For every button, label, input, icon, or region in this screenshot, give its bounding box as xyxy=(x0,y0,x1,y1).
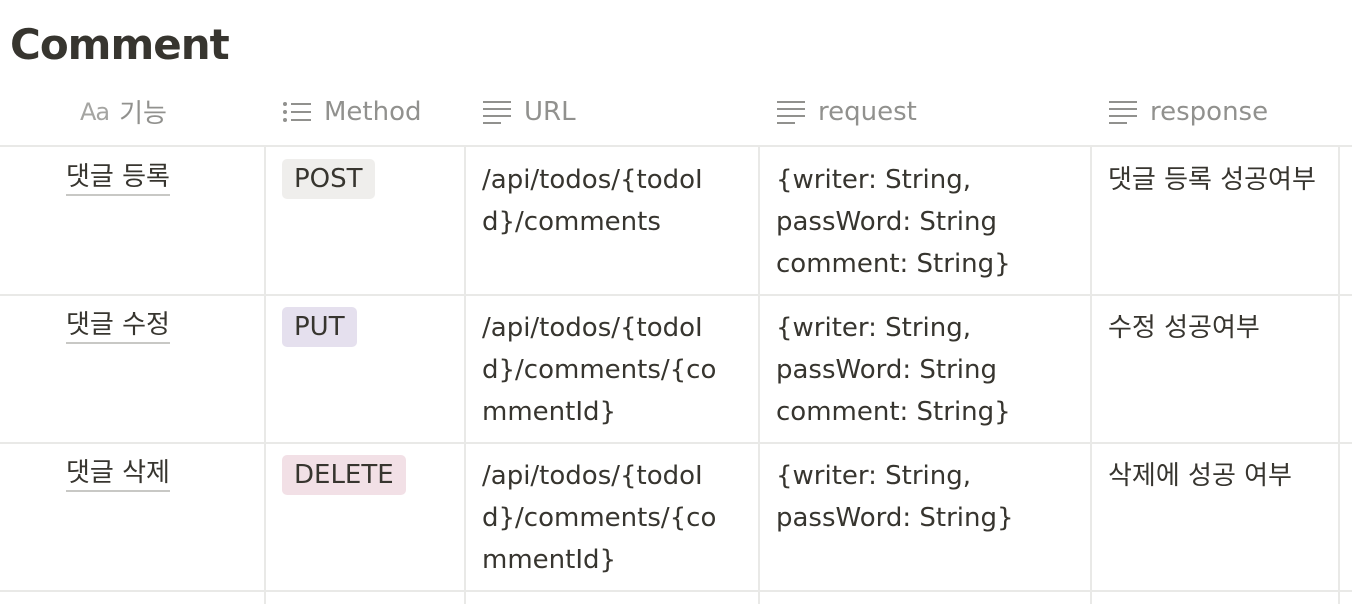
response-cell[interactable]: 댓글 등록 성공여부 xyxy=(1108,147,1336,294)
request-cell[interactable]: {writer: String, passWord: String commen… xyxy=(776,295,1076,442)
column-header-method[interactable]: Method xyxy=(282,78,422,145)
table-header: Aa 기능 Method URL request response xyxy=(0,78,1352,147)
request-line: comment: String} xyxy=(776,397,1011,427)
request-line: passWord: String xyxy=(776,207,997,237)
response-cell[interactable]: 수정 성공여부 xyxy=(1108,295,1336,442)
method-tag: DELETE xyxy=(282,455,406,495)
request-line: comment: String} xyxy=(776,249,1011,279)
url-cell[interactable]: /api/todos/{todoId}/comments/{commentId} xyxy=(482,443,738,590)
request-line: passWord: String xyxy=(776,355,997,385)
column-header-label: 기능 xyxy=(119,99,167,129)
method-tag: PUT xyxy=(282,307,357,347)
column-header-label: response xyxy=(1150,96,1269,127)
column-header-label: Method xyxy=(324,96,422,127)
comment-database-table: Aa 기능 Method URL request response 댓글 등록 … xyxy=(0,78,1352,604)
request-line: {writer: String, xyxy=(776,461,972,491)
text-lines-icon xyxy=(1108,99,1138,125)
list-icon xyxy=(282,100,312,124)
table-row[interactable]: 댓글 수정 PUT /api/todos/{todoId}/comments/{… xyxy=(0,295,1352,444)
url-cell[interactable]: /api/todos/{todoId}/comments xyxy=(482,147,738,294)
request-line: {writer: String, xyxy=(776,165,972,195)
row-name-link[interactable]: 댓글 등록 xyxy=(66,161,170,196)
table-row[interactable]: 댓글 등록 POST /api/todos/{todoId}/comments … xyxy=(0,147,1352,296)
title-aa-icon: Aa xyxy=(80,97,110,126)
column-header-request[interactable]: request xyxy=(776,78,917,145)
column-header-label: request xyxy=(818,96,917,127)
text-lines-icon xyxy=(482,99,512,125)
column-header-label: URL xyxy=(524,96,576,127)
table-bottom-row-edge xyxy=(0,591,1352,604)
method-tag: POST xyxy=(282,159,375,199)
request-cell[interactable]: {writer: String, passWord: String} xyxy=(776,443,1076,590)
request-line: passWord: String} xyxy=(776,503,1014,533)
table-row[interactable]: 댓글 삭제 DELETE /api/todos/{todoId}/comment… xyxy=(0,443,1352,592)
url-cell[interactable]: /api/todos/{todoId}/comments/{commentId} xyxy=(482,295,738,442)
row-name-link[interactable]: 댓글 삭제 xyxy=(66,457,170,492)
column-header-response[interactable]: response xyxy=(1108,78,1268,145)
page-title: Comment xyxy=(10,20,230,69)
request-line: {writer: String, xyxy=(776,313,972,343)
text-lines-icon xyxy=(776,99,806,125)
row-name-link[interactable]: 댓글 수정 xyxy=(66,309,170,344)
column-header-url[interactable]: URL xyxy=(482,78,576,145)
response-cell[interactable]: 삭제에 성공 여부 xyxy=(1108,443,1336,590)
column-header-name[interactable]: Aa 기능 xyxy=(80,78,167,145)
request-cell[interactable]: {writer: String, passWord: String commen… xyxy=(776,147,1076,294)
